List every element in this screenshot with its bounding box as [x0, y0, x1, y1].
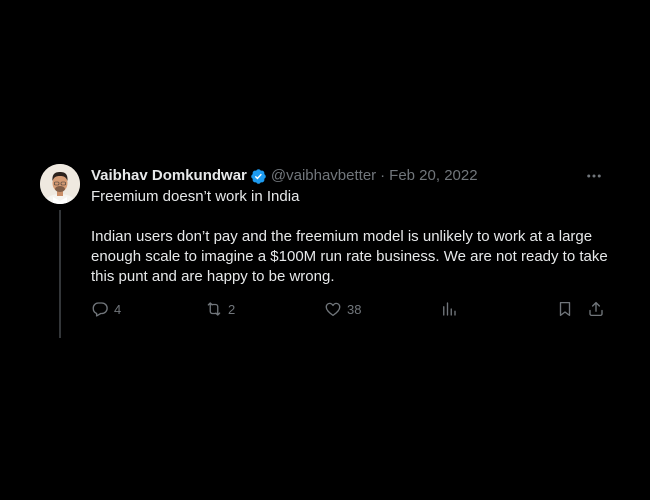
bookmark-icon — [559, 301, 571, 317]
tweet-header: Vaibhav Domkundwar @vaibhavbetter · Feb … — [91, 166, 478, 186]
tweet[interactable]: Vaibhav Domkundwar @vaibhavbetter · Feb … — [40, 164, 620, 340]
avatar-image — [40, 164, 80, 204]
reply-icon — [92, 302, 108, 317]
share-icon — [589, 301, 603, 317]
retweet-icon — [207, 302, 221, 316]
like-count: 38 — [347, 301, 362, 317]
tweet-date[interactable]: Feb 20, 2022 — [389, 166, 477, 186]
thread-line — [59, 210, 61, 338]
avatar[interactable] — [40, 164, 80, 204]
more-options-button[interactable] — [584, 166, 604, 186]
bookmark-button[interactable] — [556, 299, 574, 319]
analytics-icon — [443, 302, 456, 316]
retweet-button[interactable]: 2 — [205, 299, 235, 319]
author-display-name[interactable]: Vaibhav Domkundwar — [91, 166, 247, 186]
share-button[interactable] — [587, 299, 605, 319]
reply-count: 4 — [114, 301, 122, 317]
views-button[interactable] — [440, 299, 458, 319]
like-button[interactable]: 38 — [324, 299, 361, 319]
verified-badge-icon — [250, 168, 267, 185]
tweet-text-paragraph: Indian users don’t pay and the freemium … — [91, 228, 608, 285]
heart-icon — [325, 302, 341, 317]
retweet-count: 2 — [228, 301, 236, 317]
tweet-actions: 4 2 38 — [91, 299, 611, 319]
author-handle[interactable]: @vaibhavbetter — [271, 166, 376, 186]
reply-button[interactable]: 4 — [91, 299, 121, 319]
separator-dot: · — [380, 167, 386, 184]
tweet-text-line1: Freemium doesn’t work in India — [91, 188, 300, 205]
more-horizontal-icon — [587, 174, 601, 178]
tweet-text: Freemium doesn’t work in India Indian us… — [91, 187, 611, 287]
